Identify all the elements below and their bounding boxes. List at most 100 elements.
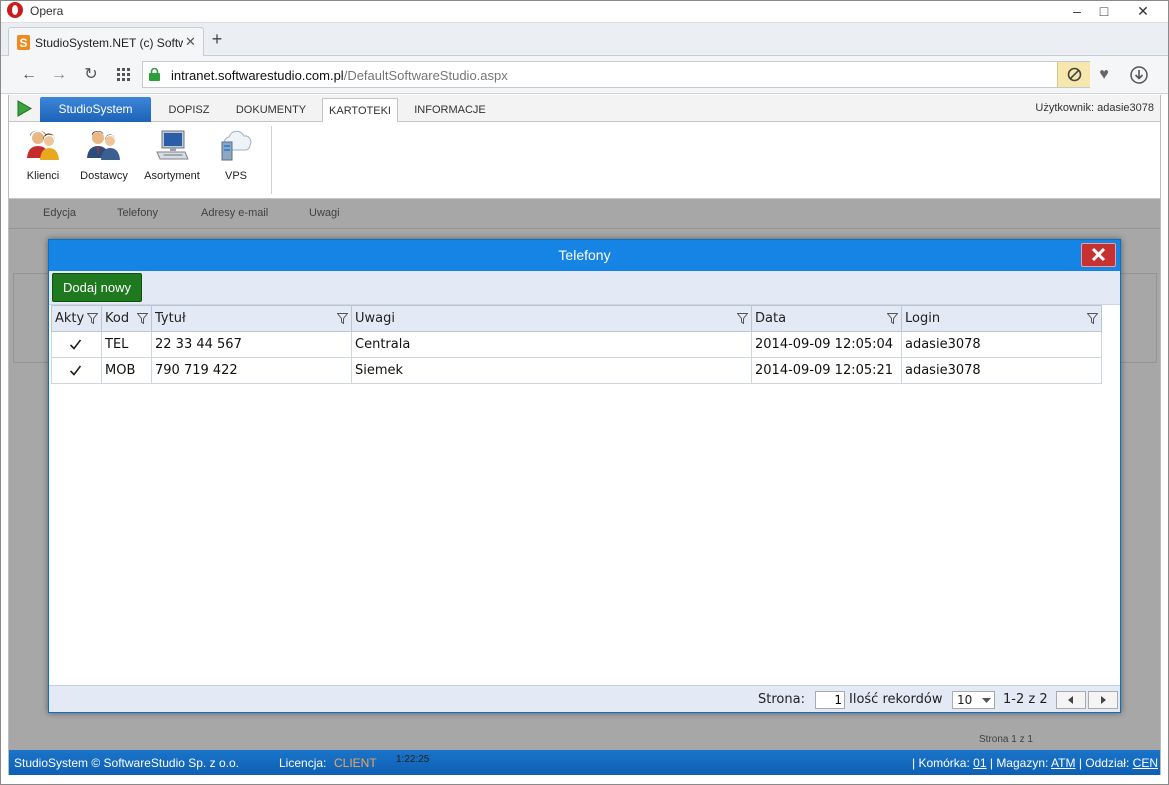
reload-icon[interactable]: ↻ — [80, 64, 102, 86]
new-tab-icon[interactable]: + — [208, 29, 226, 49]
column-header-akty[interactable]: Akty — [51, 305, 102, 332]
forward-icon[interactable]: → — [48, 64, 70, 86]
play-icon[interactable] — [16, 100, 32, 117]
next-page-button[interactable] — [1088, 691, 1118, 709]
filter-icon[interactable] — [737, 313, 748, 324]
dostawcy-label: Dostawcy — [80, 170, 128, 182]
tab-close-icon[interactable]: ✕ — [185, 34, 196, 50]
phones-grid: Akty Kod Tytuł Uwagi Data Login TEL 22 3… — [51, 305, 1102, 384]
asortyment-label: Asortyment — [144, 170, 200, 182]
filter-icon[interactable] — [887, 313, 898, 324]
close-icon — [1091, 247, 1106, 262]
oddzial-link[interactable]: CEN — [1133, 756, 1158, 770]
checkbox-checked-icon[interactable] — [69, 364, 82, 377]
filter-icon[interactable] — [337, 313, 348, 324]
copyright-text: StudioSystem © SoftwareStudio Sp. z o.o. — [14, 756, 239, 770]
tab-kartoteki[interactable]: KARTOTEKI — [322, 98, 398, 123]
ribbon-separator — [271, 126, 272, 194]
kod-cell: MOB — [101, 357, 152, 384]
page-size-select[interactable]: 10 — [952, 691, 995, 709]
data-cell: 2014-09-09 12:05:21 — [751, 357, 902, 384]
magazyn-link[interactable]: ATM — [1051, 756, 1075, 770]
computer-icon — [156, 130, 189, 160]
grid-header-row: Akty Kod Tytuł Uwagi Data Login — [51, 305, 1102, 332]
add-new-button[interactable]: Dodaj nowy — [52, 273, 142, 302]
table-row[interactable]: MOB 790 719 422 Siemek 2014-09-09 12:05:… — [51, 357, 1102, 384]
telefony-dialog: Telefony Dodaj nowy Akty Kod Tytuł Uwagi… — [48, 239, 1121, 713]
tab-studiosystem[interactable]: StudioSystem — [40, 97, 151, 122]
tytul-cell: 790 719 422 — [151, 357, 352, 384]
page-size-label: Ilość rekordów — [849, 692, 943, 707]
login-cell: adasie3078 — [901, 331, 1102, 358]
bookmark-heart-icon[interactable]: ♥ — [1093, 64, 1115, 86]
dostawcy-button[interactable]: Dostawcy — [74, 130, 134, 182]
komorka-link[interactable]: 01 — [973, 756, 986, 770]
window-titlebar: Opera – □ ✕ — [0, 0, 1169, 23]
column-label: Tytuł — [155, 311, 186, 326]
column-label: Data — [755, 311, 787, 326]
maximize-icon[interactable]: □ — [1087, 0, 1121, 23]
previous-page-button[interactable] — [1056, 691, 1086, 709]
page-size-value: 10 — [957, 693, 973, 707]
tab-informacje[interactable]: INFORMACJE — [409, 98, 491, 122]
status-divider: | — [911, 756, 916, 770]
kod-cell: TEL — [101, 331, 152, 358]
column-label: Uwagi — [355, 311, 395, 326]
uwagi-cell: Centrala — [351, 331, 752, 358]
url-path: /DefaultSoftwareStudio.aspx — [343, 68, 508, 83]
column-header-login[interactable]: Login — [901, 305, 1102, 332]
column-header-uwagi[interactable]: Uwagi — [351, 305, 752, 332]
browser-tabstrip: S StudioSystem.NET (c) Softwa ✕ + — [0, 23, 1169, 57]
login-cell: adasie3078 — [901, 357, 1102, 384]
column-label: Login — [905, 311, 941, 326]
license-value: CLIENT — [334, 756, 377, 770]
ad-block-icon[interactable] — [1057, 62, 1090, 87]
dialog-header: Telefony — [49, 240, 1120, 271]
column-header-tytul[interactable]: Tytuł — [151, 305, 352, 332]
download-icon[interactable] — [1128, 64, 1150, 86]
status-bar: StudioSystem © SoftwareStudio Sp. z o.o.… — [9, 750, 1160, 775]
window-title: Opera — [30, 4, 64, 18]
filter-icon[interactable] — [1087, 313, 1098, 324]
page-number-input[interactable] — [815, 691, 845, 709]
vps-label: VPS — [224, 170, 247, 182]
ribbon: Klienci Dostawcy Asortyment VPS — [9, 122, 1160, 199]
window-close-icon[interactable]: ✕ — [1120, 0, 1166, 23]
chevron-down-icon — [982, 698, 991, 703]
table-row[interactable]: TEL 22 33 44 567 Centrala 2014-09-09 12:… — [51, 331, 1102, 358]
session-time: 1:22:25 — [396, 754, 430, 765]
uwagi-cell: Siemek — [351, 357, 752, 384]
license-label: Licencja: — [279, 756, 327, 770]
klienci-button[interactable]: Klienci — [13, 130, 73, 182]
tab-dokumenty[interactable]: DOKUMENTY — [231, 98, 311, 122]
user-label: Użytkownik: adasie3078 — [1035, 102, 1154, 114]
dialog-title: Telefony — [558, 247, 611, 263]
dialog-close-button[interactable] — [1081, 243, 1116, 267]
url-text: intranet.softwarestudio.com.pl/DefaultSo… — [171, 68, 508, 83]
active-cell — [51, 331, 102, 358]
browser-tab[interactable]: S StudioSystem.NET (c) Softwa ✕ — [8, 27, 204, 57]
dialog-toolbar: Dodaj nowy — [49, 271, 1120, 305]
back-icon[interactable]: ← — [18, 64, 40, 86]
cloud-server-icon — [221, 130, 252, 161]
status-right: | Komórka: 01 | Magazyn: ATM | Oddział: … — [912, 756, 1158, 770]
vps-button[interactable]: VPS — [206, 130, 266, 182]
speed-dial-icon[interactable] — [112, 64, 134, 86]
page-label: Strona: — [758, 692, 805, 707]
komorka-label: Komórka: — [918, 756, 970, 770]
tytul-cell: 22 33 44 567 — [151, 331, 352, 358]
column-header-data[interactable]: Data — [751, 305, 902, 332]
chevron-right-icon — [1101, 696, 1106, 704]
tab-dopisz[interactable]: DOPISZ — [159, 98, 219, 122]
magazyn-label: Magazyn: — [996, 756, 1049, 770]
lock-icon — [149, 68, 160, 81]
active-cell — [51, 357, 102, 384]
address-bar[interactable]: intranet.softwarestudio.com.pl/DefaultSo… — [142, 61, 1090, 88]
filter-icon[interactable] — [137, 313, 148, 324]
checkbox-checked-icon[interactable] — [69, 338, 82, 351]
filter-icon[interactable] — [87, 313, 98, 324]
column-header-kod[interactable]: Kod — [101, 305, 152, 332]
url-domain: intranet.softwarestudio.com.pl — [171, 68, 344, 83]
opera-logo-icon[interactable] — [6, 1, 24, 19]
asortyment-button[interactable]: Asortyment — [139, 130, 205, 182]
